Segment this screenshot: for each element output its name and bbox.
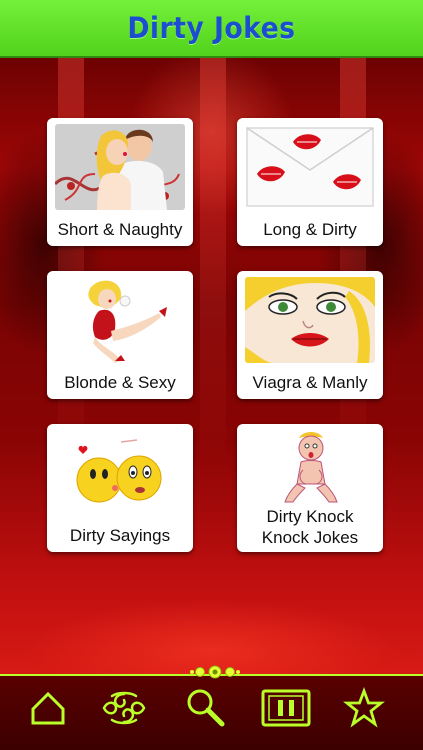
home-icon <box>29 689 67 732</box>
category-tile-short-naughty[interactable]: Short & Naughty <box>47 118 193 246</box>
home-tab[interactable] <box>24 686 72 734</box>
light-beam <box>200 58 226 478</box>
favorites-tab[interactable] <box>340 686 388 734</box>
category-label-line: Dirty Knock <box>266 507 354 526</box>
emoji-couple-art <box>55 430 185 516</box>
category-label-line: Knock Jokes <box>261 528 359 547</box>
category-label: Long & Dirty <box>263 220 357 239</box>
blonde-pinup-art <box>55 277 185 363</box>
category-label: Viagra & Manly <box>252 373 368 392</box>
category-label: Dirty Sayings <box>69 526 171 545</box>
cartoon-man-art <box>245 430 375 506</box>
pause-icon <box>261 688 311 733</box>
category-tile-long-dirty[interactable]: Long & Dirty <box>237 118 383 246</box>
app-screen: Dirty Jokes Short & Naughty Long & Dirty… <box>0 0 423 750</box>
pause-tab[interactable] <box>261 686 311 734</box>
search-icon <box>184 686 228 735</box>
star-icon <box>343 686 385 733</box>
categories-tab[interactable] <box>100 686 148 734</box>
category-tile-dirty-sayings[interactable]: Dirty Sayings <box>47 424 193 552</box>
category-label: Blonde & Sexy <box>64 373 176 392</box>
category-tile-viagra-manly[interactable]: Viagra & Manly <box>237 271 383 399</box>
search-tab[interactable] <box>182 686 230 734</box>
kissing-couple-art <box>55 124 185 210</box>
lipstick-envelope-art <box>245 124 375 210</box>
popart-blonde-face-art <box>245 277 375 363</box>
tribal-swirl-icon <box>98 688 150 733</box>
ornament-divider <box>190 664 240 680</box>
category-label: Dirty Knock Knock Jokes <box>237 506 383 548</box>
category-label: Short & Naughty <box>57 220 183 239</box>
category-tile-blonde-sexy[interactable]: Blonde & Sexy <box>47 271 193 399</box>
category-tile-dirty-knock-knock[interactable]: Dirty Knock Knock Jokes <box>237 424 383 552</box>
title-bar: Dirty Jokes <box>0 0 423 58</box>
page-title: Dirty Jokes <box>127 11 296 45</box>
